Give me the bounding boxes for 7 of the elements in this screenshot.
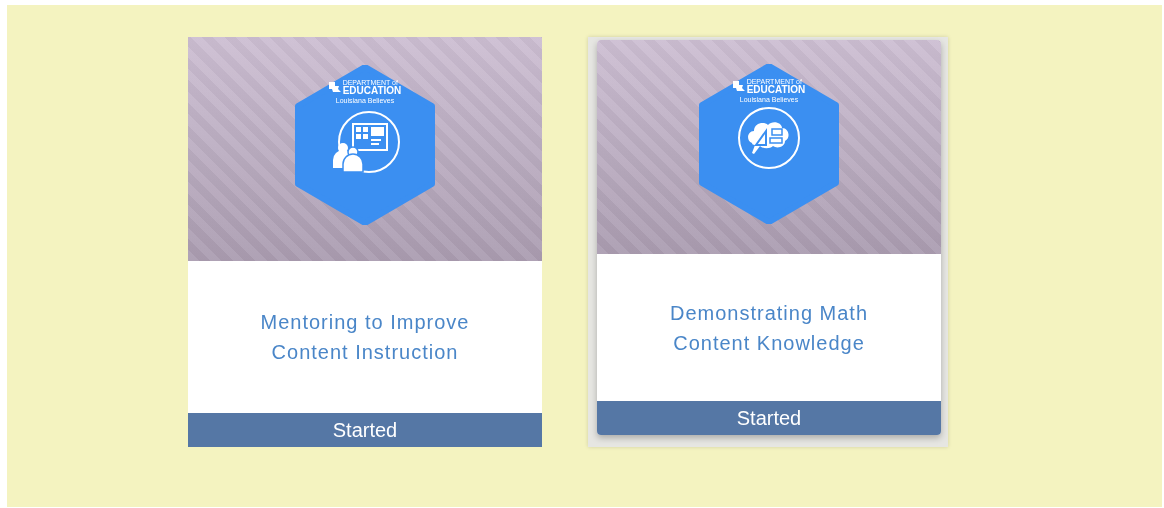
course-title: Demonstrating Math Content Knowledge bbox=[668, 300, 870, 356]
status-bar: Started bbox=[188, 413, 542, 447]
brain-ruler-icon bbox=[736, 105, 802, 171]
org-name: EDUCATION bbox=[746, 85, 806, 95]
course-title: Mentoring to Improve Content Instruction bbox=[259, 310, 471, 365]
status-bar: Started bbox=[597, 401, 941, 435]
org-name: EDUCATION bbox=[342, 86, 402, 96]
